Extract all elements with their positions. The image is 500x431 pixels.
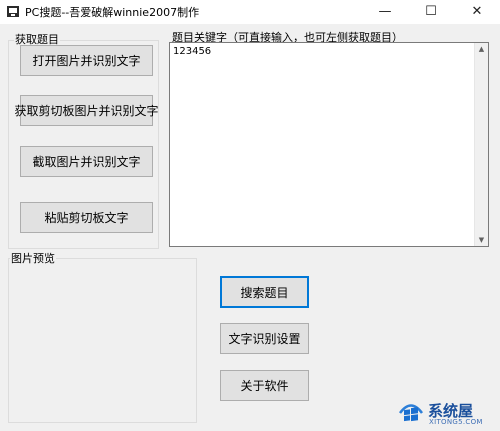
- paste-clipboard-text-button[interactable]: 粘贴剪切板文字: [20, 202, 153, 233]
- capture-image-ocr-button[interactable]: 截取图片并识别文字: [20, 146, 153, 177]
- vertical-scrollbar[interactable]: ▲ ▼: [474, 43, 488, 246]
- app-icon: [7, 6, 19, 17]
- scroll-down-arrow-icon[interactable]: ▼: [475, 234, 488, 246]
- scroll-up-arrow-icon[interactable]: ▲: [475, 43, 488, 55]
- keyword-value: 123456: [173, 46, 212, 57]
- open-image-ocr-button[interactable]: 打开图片并识别文字: [20, 45, 153, 76]
- keyword-textarea[interactable]: 123456 ▲ ▼: [169, 42, 489, 247]
- search-question-button[interactable]: 搜索题目: [220, 276, 309, 308]
- minimize-button[interactable]: —: [362, 0, 408, 24]
- about-software-button[interactable]: 关于软件: [220, 370, 309, 401]
- clipboard-image-ocr-button[interactable]: 获取剪切板图片并识别文字: [15, 95, 159, 126]
- main-window: PC搜题--吾爱破解winnie2007制作 — ☐ ✕ 获取题目 打开图片并识…: [0, 0, 500, 431]
- ocr-settings-button[interactable]: 文字识别设置: [220, 323, 309, 354]
- window-title: PC搜题--吾爱破解winnie2007制作: [25, 6, 200, 19]
- maximize-button[interactable]: ☐: [408, 0, 454, 24]
- image-preview-panel: [8, 258, 197, 423]
- close-button[interactable]: ✕: [454, 0, 500, 24]
- watermark-url: XITONG5.COM: [429, 418, 483, 426]
- title-bar[interactable]: PC搜题--吾爱破解winnie2007制作 — ☐ ✕: [0, 0, 500, 24]
- image-preview-label: 图片预览: [10, 250, 56, 266]
- windows-logo-icon: [398, 404, 424, 422]
- site-watermark: 系统屋 XITONG5.COM: [398, 398, 498, 430]
